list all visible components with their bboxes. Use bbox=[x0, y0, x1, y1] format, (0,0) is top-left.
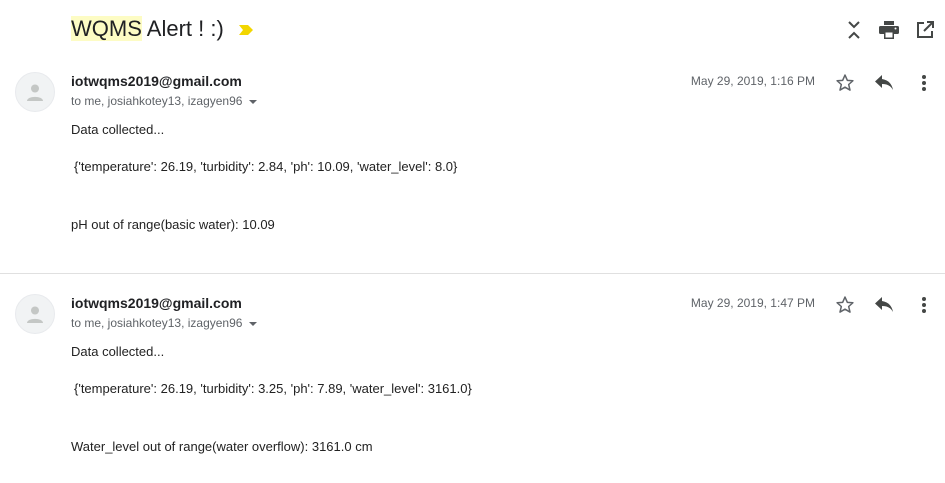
subject-highlighted-term: WQMS bbox=[71, 16, 142, 41]
recipients-text: to me, josiahkotey13, izagyen96 bbox=[71, 316, 243, 330]
email-subject: WQMS Alert ! :) bbox=[71, 15, 254, 43]
person-icon[interactable] bbox=[15, 72, 55, 112]
reply-icon[interactable] bbox=[872, 71, 896, 95]
reply-icon[interactable] bbox=[872, 293, 896, 317]
message-divider bbox=[0, 273, 945, 274]
print-icon[interactable] bbox=[877, 18, 901, 42]
caret-down-icon[interactable] bbox=[248, 316, 258, 330]
subject-text: Alert ! :) bbox=[141, 16, 224, 41]
star-icon[interactable] bbox=[833, 71, 857, 95]
recipients-toggle[interactable]: to me, josiahkotey13, izagyen96 bbox=[71, 94, 258, 108]
collapse-all-icon[interactable] bbox=[842, 18, 866, 42]
recipients-toggle[interactable]: to me, josiahkotey13, izagyen96 bbox=[71, 316, 258, 330]
message-item: iotwqms2019@gmail.com to me, josiahkotey… bbox=[0, 62, 945, 272]
more-vert-icon[interactable] bbox=[912, 293, 936, 317]
message-body-line: {'temperature': 26.19, 'turbidity': 2.84… bbox=[74, 159, 458, 174]
star-icon[interactable] bbox=[833, 293, 857, 317]
importance-marker-icon[interactable] bbox=[238, 15, 254, 43]
recipients-text: to me, josiahkotey13, izagyen96 bbox=[71, 94, 243, 108]
message-body-line: pH out of range(basic water): 10.09 bbox=[71, 217, 275, 232]
message-body-line: {'temperature': 26.19, 'turbidity': 3.25… bbox=[74, 381, 472, 396]
sender-email[interactable]: iotwqms2019@gmail.com bbox=[71, 73, 242, 89]
open-in-new-window-icon[interactable] bbox=[913, 18, 937, 42]
subject-row: WQMS Alert ! :) bbox=[0, 0, 945, 62]
message-timestamp: May 29, 2019, 1:16 PM bbox=[690, 74, 815, 88]
email-thread-view: WQMS Alert ! :) iotwqms2019@gmail.com to… bbox=[0, 0, 945, 483]
message-item: iotwqms2019@gmail.com to me, josiahkotey… bbox=[0, 284, 945, 483]
message-timestamp: May 29, 2019, 1:47 PM bbox=[690, 296, 815, 310]
sender-email[interactable]: iotwqms2019@gmail.com bbox=[71, 295, 242, 311]
message-body-line: Data collected... bbox=[71, 122, 165, 137]
message-body-line: Water_level out of range(water overflow)… bbox=[71, 439, 373, 454]
person-icon[interactable] bbox=[15, 294, 55, 334]
more-vert-icon[interactable] bbox=[912, 71, 936, 95]
message-body-line: Data collected... bbox=[71, 344, 165, 359]
caret-down-icon[interactable] bbox=[248, 94, 258, 108]
